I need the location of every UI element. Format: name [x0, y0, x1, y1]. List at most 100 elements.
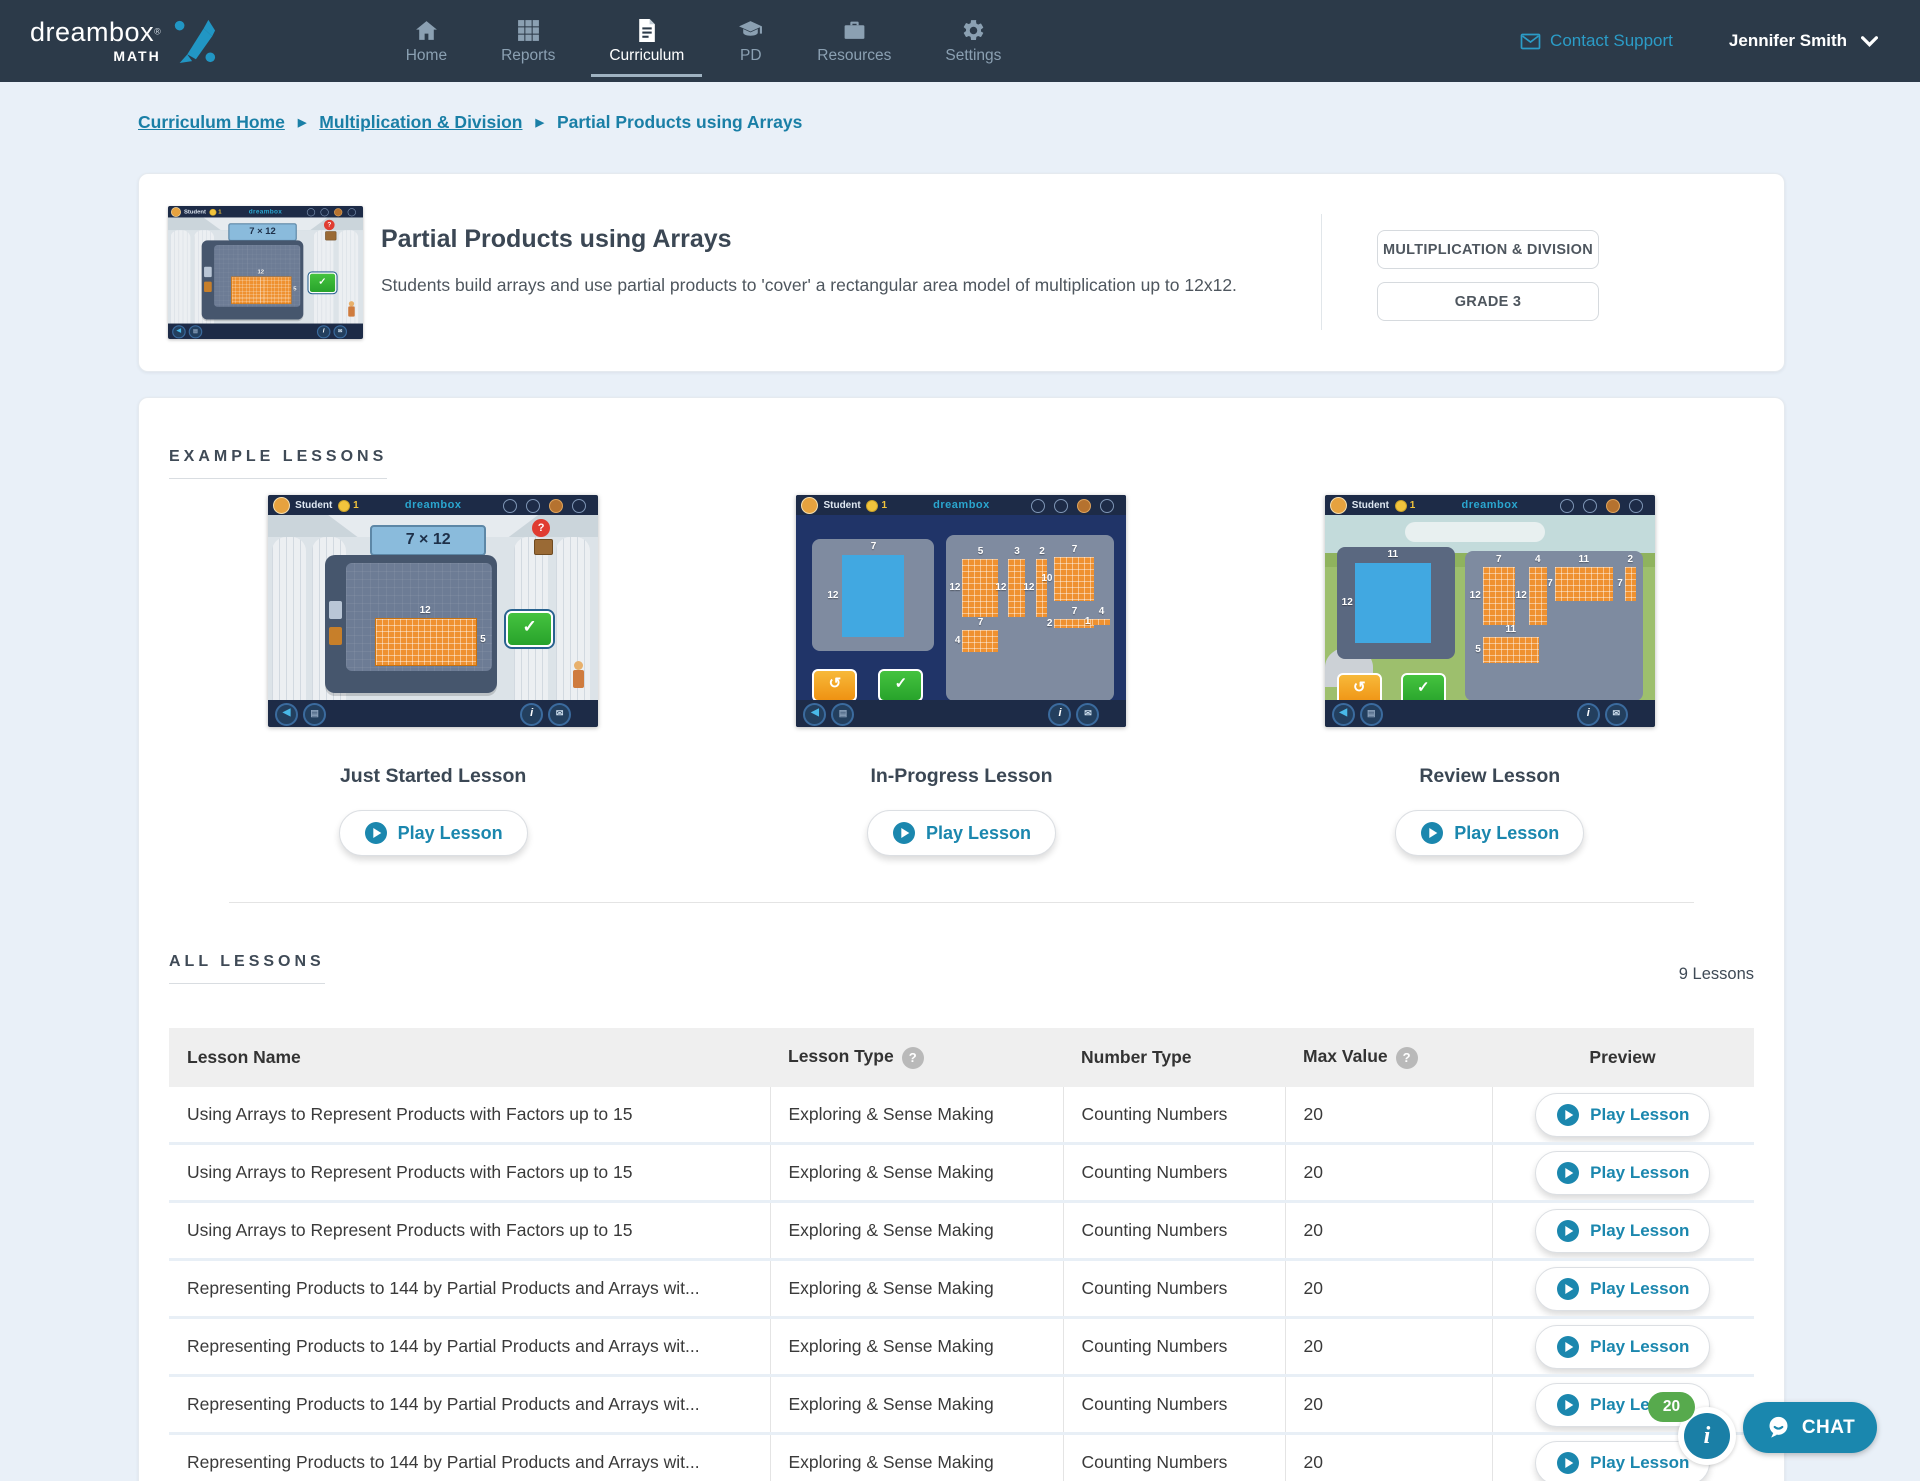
message-icon: ✉ [1076, 703, 1099, 726]
chat-label: CHAT [1802, 1417, 1855, 1439]
contact-support-link[interactable]: Contact Support [1520, 31, 1673, 51]
check-button: ✓ [506, 611, 553, 647]
brand-logo[interactable]: dreambox® MATH [30, 18, 217, 64]
example-just-started: 7 × 12?125✓Student1dreambox◀▤i✉ Just Sta… [169, 495, 697, 856]
help-balloon: ? [324, 220, 335, 230]
lessons-table: Lesson Name Lesson Type? Number Type Max… [169, 1028, 1754, 1481]
nav-item-resources[interactable]: Resources [813, 18, 895, 65]
nav-item-pd[interactable]: PD [734, 18, 767, 65]
block-side-label: 1 [1075, 616, 1090, 628]
array-block [1092, 619, 1110, 625]
info-icon: i [1684, 1413, 1730, 1459]
thumbnail-in-progress[interactable]: 712↺✓512312212710724174Student1dreambox◀… [796, 495, 1126, 727]
lesson-type-cell: Exploring & Sense Making [770, 1260, 1063, 1318]
lesson-type-cell: Exploring & Sense Making [770, 1202, 1063, 1260]
max-value-cell: 20 [1285, 1318, 1492, 1376]
block-top-label: 5 [962, 546, 998, 558]
play-lesson-label: Play Lesson [398, 823, 503, 844]
strand-badge: MULTIPLICATION & DIVISION [1377, 230, 1599, 269]
breadcrumb-current: Partial Products using Arrays [557, 112, 802, 133]
expression-label: 7 × 12 [228, 223, 297, 241]
keyboard-icon: ▤ [303, 703, 326, 726]
user-menu[interactable]: Jennifer Smith [1729, 31, 1878, 51]
nav-item-reports[interactable]: Reports [497, 18, 559, 65]
sound-icon [1583, 499, 1597, 513]
envelope-icon [1520, 33, 1541, 50]
play-lesson-button[interactable]: Play Lesson [339, 810, 528, 856]
nav-items: Home Reports Curriculum [402, 18, 1006, 65]
cloud-decor [1405, 522, 1545, 542]
game-topbar: Student1dreambox [796, 495, 1126, 515]
play-lesson-button[interactable]: Play Lesson [1535, 1093, 1710, 1137]
breadcrumb-curriculum-home[interactable]: Curriculum Home [138, 112, 285, 133]
help-icon[interactable]: ? [1396, 1047, 1418, 1069]
breadcrumb-multiplication-division[interactable]: Multiplication & Division [319, 112, 522, 133]
block-side-label: 12 [1512, 590, 1527, 602]
example-in-progress: 712↺✓512312212710724174Student1dreambox◀… [697, 495, 1225, 856]
play-lesson-label: Play Lesson [926, 823, 1031, 844]
nav-label: PD [740, 47, 762, 65]
chevron-down-icon [1861, 36, 1878, 47]
play-lesson-label: Play Lesson [1590, 1279, 1689, 1299]
briefcase-icon [842, 18, 867, 43]
coin-button-icon [334, 208, 342, 216]
tool-chip [329, 601, 342, 619]
game-bottombar: ◀▤i✉ [268, 700, 598, 727]
back-icon: ◀ [172, 325, 186, 338]
info-icon: i [1048, 703, 1071, 726]
back-icon: ◀ [803, 703, 826, 726]
block-side-label: 12 [1019, 582, 1034, 594]
info-icon: i [1577, 703, 1600, 726]
nav-item-settings[interactable]: Settings [941, 18, 1005, 65]
tool-chip [204, 267, 212, 277]
array-top-label: 12 [231, 269, 290, 276]
example-label: Just Started Lesson [340, 765, 526, 788]
play-lesson-button[interactable]: Play Lesson [1535, 1151, 1710, 1195]
lesson-type-cell: Exploring & Sense Making [770, 1376, 1063, 1434]
thumbnail-just-started[interactable]: 7 × 12?125✓Student1dreambox◀▤i✉ [268, 495, 598, 727]
chat-button[interactable]: CHAT [1743, 1402, 1877, 1453]
play-lesson-button[interactable]: Play Lesson [867, 810, 1056, 856]
block-top-label: 7 [962, 617, 998, 629]
array-block [375, 618, 477, 666]
block-top-label: 11 [1555, 554, 1613, 566]
breadcrumb-separator-icon: ▶ [536, 116, 544, 129]
preview-cell: Play Lesson [1492, 1260, 1754, 1318]
lesson-name-cell: Using Arrays to Represent Products with … [169, 1087, 770, 1144]
game-topbar: Student1dreambox [268, 495, 598, 515]
page-title: Partial Products using Arrays [381, 225, 732, 254]
block-side-label: 5 [1466, 644, 1481, 656]
check-button: ✓ [878, 669, 923, 702]
lesson-name-cell: Representing Products to 144 by Partial … [169, 1434, 770, 1481]
play-lesson-label: Play Lesson [1590, 1337, 1689, 1357]
play-lesson-button[interactable]: Play Lesson [1535, 1209, 1710, 1253]
nav-right: Contact Support Jennifer Smith [1520, 31, 1878, 51]
nav-item-curriculum[interactable]: Curriculum [605, 18, 688, 65]
balloon-basket [534, 539, 553, 555]
page: dreambox® MATH Home [0, 0, 1920, 1481]
lesson-description: Students build arrays and use partial pr… [381, 270, 1311, 301]
help-icon[interactable]: ? [902, 1047, 924, 1069]
nav-item-home[interactable]: Home [402, 18, 451, 65]
example-label: In-Progress Lesson [870, 765, 1052, 788]
table-row: Representing Products to 144 by Partial … [169, 1434, 1754, 1481]
play-lesson-button[interactable]: Play Lesson [1535, 1267, 1710, 1311]
play-icon [1556, 1451, 1580, 1475]
preview-cell: Play Lesson [1492, 1202, 1754, 1260]
array-top-label: 12 [375, 605, 475, 617]
column-decor [272, 537, 306, 700]
message-icon: ✉ [333, 325, 347, 338]
table-row: Using Arrays to Represent Products with … [169, 1087, 1754, 1144]
lesson-thumbnail: 7 × 12?125✓Student1dreambox◀▤i✉ [168, 206, 363, 339]
array-block [1555, 567, 1613, 601]
all-lessons-heading: ALL LESSONS [169, 953, 325, 984]
target-side-label: 12 [1335, 597, 1353, 609]
play-lesson-button[interactable]: Play Lesson [1395, 810, 1584, 856]
play-lesson-button[interactable]: Play Lesson [1535, 1325, 1710, 1369]
sound-icon [320, 208, 328, 216]
lessons-card: EXAMPLE LESSONS 7 × 12?125✓Student1dream… [138, 397, 1785, 1481]
coin-button-icon [1606, 499, 1620, 513]
lesson-type-cell: Exploring & Sense Making [770, 1318, 1063, 1376]
target-top-label: 7 [842, 541, 904, 553]
thumbnail-review[interactable]: 1112↺✓71241211727115Student1dreambox◀▤i✉ [1325, 495, 1655, 727]
